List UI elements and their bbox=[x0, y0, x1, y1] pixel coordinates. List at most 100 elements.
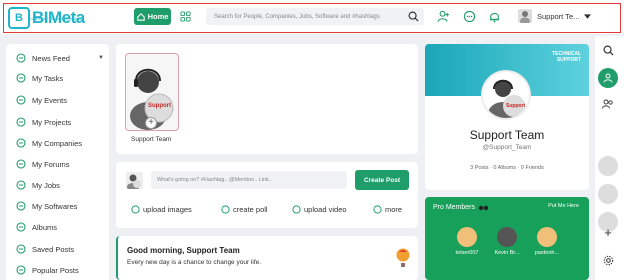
greeting-card: Good morning, Support Team Every new day… bbox=[116, 236, 418, 280]
sidebar-item-label: My Softwares bbox=[32, 201, 78, 211]
home-label: Home bbox=[147, 12, 169, 21]
user-menu[interactable]: Support Te... bbox=[518, 9, 592, 23]
sidebar-item-label: Albums bbox=[32, 222, 58, 232]
more-icon bbox=[373, 205, 382, 214]
software-icon bbox=[16, 201, 26, 211]
video-icon bbox=[292, 205, 301, 214]
user-icon bbox=[603, 73, 613, 83]
sidebar-item-label: My Events bbox=[32, 95, 68, 105]
sidebar-item-my-projects[interactable]: My Projects bbox=[6, 112, 109, 132]
sidebar-item-label: My Forums bbox=[32, 159, 70, 169]
user-avatar bbox=[518, 9, 532, 23]
post-action-label: more bbox=[385, 205, 403, 214]
flag-icon bbox=[16, 117, 26, 127]
create-post-button[interactable]: Create Post bbox=[355, 170, 409, 190]
member-avatar bbox=[497, 227, 517, 247]
sidebar-item-popular-posts[interactable]: Popular Posts bbox=[6, 260, 109, 280]
user-name: Support Te... bbox=[537, 11, 580, 21]
search-bar[interactable]: Search for People, Companies, Jobs, Soft… bbox=[206, 8, 424, 25]
calendar-icon bbox=[16, 95, 26, 105]
rail-search-button[interactable] bbox=[598, 40, 618, 60]
poll-icon bbox=[221, 205, 230, 214]
sidebar-item-label: News Feed bbox=[32, 53, 70, 63]
pro-members-title: Pro Members bbox=[433, 204, 476, 211]
add-friend-icon[interactable] bbox=[437, 10, 450, 23]
apps-grid-icon[interactable] bbox=[180, 11, 191, 22]
search-icon bbox=[603, 45, 614, 56]
sidebar-item-my-companies[interactable]: My Companies bbox=[6, 133, 109, 153]
greeting-subtitle: Every new day is a chance to change your… bbox=[127, 259, 262, 266]
banner-text-2: SUPPORT bbox=[556, 57, 581, 63]
sidebar-item-my-softwares[interactable]: My Softwares bbox=[6, 196, 109, 216]
sidebar-item-label: My Jobs bbox=[32, 180, 60, 190]
post-action-more[interactable]: more bbox=[373, 205, 402, 214]
rail-add-button[interactable]: + bbox=[598, 222, 618, 242]
bookmark-icon bbox=[16, 244, 26, 254]
logo-tagline: Connecting The Building Industry bbox=[30, 17, 82, 21]
chevron-down-icon[interactable]: ▼ bbox=[98, 55, 104, 61]
rail-contact-2[interactable] bbox=[598, 184, 618, 204]
messages-icon[interactable] bbox=[463, 10, 476, 23]
right-rail: + bbox=[595, 36, 624, 280]
notifications-bell-icon[interactable] bbox=[488, 10, 501, 23]
profile-avatar[interactable]: Support bbox=[481, 70, 531, 120]
profile-name[interactable]: Support Team bbox=[425, 128, 589, 142]
tasks-icon bbox=[16, 73, 26, 83]
rail-settings-button[interactable] bbox=[598, 250, 618, 270]
rail-groups-button[interactable] bbox=[598, 94, 618, 114]
logo-mark: B bbox=[8, 7, 30, 29]
pro-member[interactable]: Kevin Br... bbox=[487, 227, 527, 256]
profile-handle: @Support_Team bbox=[482, 144, 532, 151]
chevron-down-icon bbox=[584, 13, 592, 19]
pro-member[interactable]: tetser007 bbox=[447, 227, 487, 256]
member-avatar bbox=[457, 227, 477, 247]
member-name: paxtonh... bbox=[534, 250, 560, 256]
globe-icon bbox=[16, 53, 26, 63]
popular-icon bbox=[16, 265, 26, 275]
search-input[interactable]: Search for People, Companies, Jobs, Soft… bbox=[214, 14, 380, 20]
sidebar-item-label: My Projects bbox=[32, 117, 72, 127]
plus-icon: + bbox=[604, 224, 612, 240]
rail-profile-button[interactable] bbox=[598, 68, 618, 88]
profile-ball-text: Support bbox=[506, 103, 526, 109]
image-icon bbox=[131, 205, 140, 214]
post-action-label: upload images bbox=[143, 205, 192, 214]
post-action-upload-images[interactable]: upload images bbox=[131, 205, 192, 214]
story-ball-text: Support bbox=[148, 103, 171, 109]
post-author-avatar bbox=[126, 172, 143, 189]
sidebar-item-label: Saved Posts bbox=[32, 244, 75, 254]
home-button[interactable]: Home bbox=[134, 8, 171, 25]
post-action-upload-video[interactable]: upload video bbox=[292, 205, 347, 214]
pro-members-card: Pro Members Put Me Here tetser007 Kevin B… bbox=[425, 197, 589, 280]
sidebar-item-my-tasks[interactable]: My Tasks bbox=[6, 68, 109, 88]
member-name: Kevin Br... bbox=[494, 250, 520, 256]
sidebar-item-my-jobs[interactable]: My Jobs bbox=[6, 175, 109, 195]
forum-icon bbox=[16, 159, 26, 169]
post-action-create-poll[interactable]: create poll bbox=[221, 205, 268, 214]
jobs-icon bbox=[16, 180, 26, 190]
sidebar-item-my-events[interactable]: My Events bbox=[6, 90, 109, 110]
rail-contact-1[interactable] bbox=[598, 156, 618, 176]
post-action-label: create poll bbox=[233, 205, 268, 214]
pro-member[interactable]: paxtonh... bbox=[527, 227, 567, 256]
sidebar-item-saved-posts[interactable]: Saved Posts bbox=[6, 239, 109, 259]
put-me-here-link[interactable]: Put Me Here bbox=[548, 203, 579, 209]
profile-stats: 3 Posts · 0 Albums · 0 Friends bbox=[470, 165, 544, 171]
search-icon[interactable] bbox=[408, 11, 419, 22]
hot-air-balloon-icon bbox=[396, 248, 410, 267]
add-story-button[interactable]: + bbox=[145, 117, 157, 129]
story-name: Support Team bbox=[131, 136, 172, 143]
post-action-label: upload video bbox=[304, 205, 347, 214]
group-icon bbox=[602, 99, 613, 109]
sidebar-item-label: My Tasks bbox=[32, 73, 64, 83]
sidebar-item-my-forums[interactable]: My Forums bbox=[6, 154, 109, 174]
top-navbar: B BIMeta Connecting The Building Industr… bbox=[0, 0, 624, 34]
sidebar-item-news-feed[interactable]: News Feed ▼ bbox=[6, 48, 109, 68]
gear-icon bbox=[603, 255, 613, 265]
post-composer-input[interactable]: What's going on? #Hashtag.. @Mention.. L… bbox=[151, 171, 347, 189]
home-icon bbox=[136, 12, 145, 21]
member-avatar bbox=[537, 227, 557, 247]
sidebar-item-label: Popular Posts bbox=[32, 265, 79, 275]
left-sidebar: News Feed ▼ My Tasks My Events My Projects My… bbox=[6, 44, 109, 280]
sidebar-item-albums[interactable]: Albums bbox=[6, 217, 109, 237]
